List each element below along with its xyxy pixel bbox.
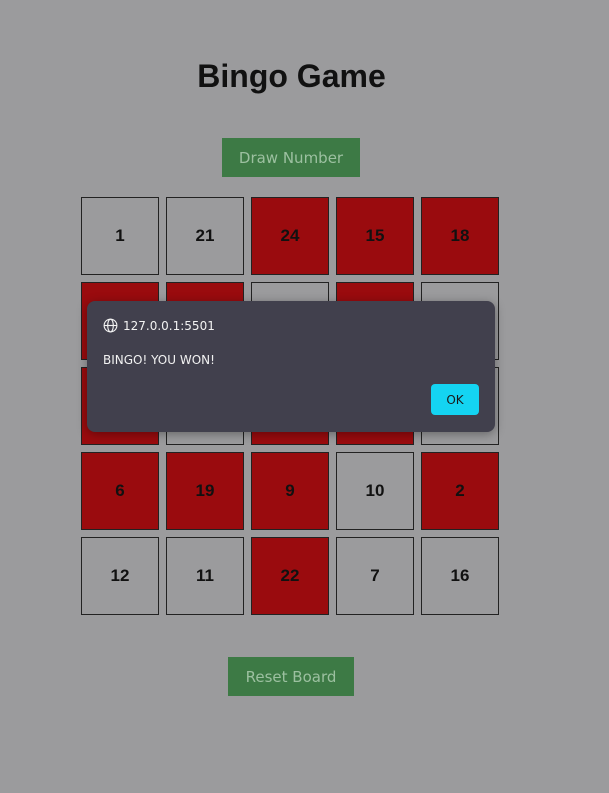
page-title: Bingo Game: [197, 58, 386, 94]
bingo-cell[interactable]: 22: [251, 537, 329, 615]
globe-icon: [103, 318, 118, 333]
bingo-cell[interactable]: 10: [336, 452, 414, 530]
alert-dialog: 127.0.0.1:5501 BINGO! YOU WON! OK: [87, 301, 495, 432]
bingo-cell[interactable]: 6: [81, 452, 159, 530]
dialog-message: BINGO! YOU WON!: [103, 353, 215, 367]
bingo-cell[interactable]: 7: [336, 537, 414, 615]
bingo-cell[interactable]: 21: [166, 197, 244, 275]
bingo-cell[interactable]: 12: [81, 537, 159, 615]
draw-number-button[interactable]: Draw Number: [222, 138, 360, 177]
reset-board-button[interactable]: Reset Board: [228, 657, 354, 696]
bingo-cell[interactable]: 16: [421, 537, 499, 615]
bingo-cell[interactable]: 1: [81, 197, 159, 275]
bingo-cell[interactable]: 9: [251, 452, 329, 530]
bingo-cell[interactable]: 15: [336, 197, 414, 275]
dialog-origin: 127.0.0.1:5501: [103, 318, 215, 333]
bingo-cell[interactable]: 11: [166, 537, 244, 615]
bingo-cell[interactable]: 19: [166, 452, 244, 530]
bingo-cell[interactable]: 24: [251, 197, 329, 275]
ok-button[interactable]: OK: [431, 384, 479, 415]
bingo-cell[interactable]: 18: [421, 197, 499, 275]
bingo-cell[interactable]: 2: [421, 452, 499, 530]
dialog-origin-text: 127.0.0.1:5501: [123, 318, 215, 333]
